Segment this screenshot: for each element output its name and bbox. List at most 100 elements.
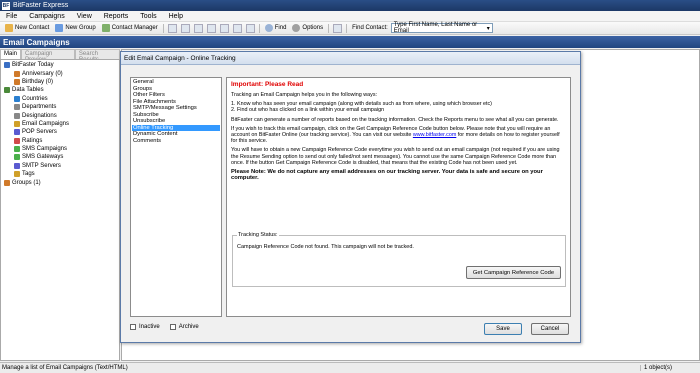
contact-manager-button[interactable]: Contact Manager	[99, 23, 161, 34]
tracking-instructions-text: If you wish to track this email campaign…	[231, 126, 566, 145]
contact-manager-label: Contact Manager	[111, 25, 158, 31]
tree-item-label: Ratings	[22, 137, 43, 144]
tree-item-label: BitFaster Today	[12, 62, 54, 69]
tree-item[interactable]: SMTP Servers	[2, 162, 118, 170]
tree-item[interactable]: Groups (1)	[2, 178, 118, 186]
tree-node-icon	[14, 104, 20, 111]
menu-bar: File Campaigns View Reports Tools Help	[0, 11, 700, 22]
tree-item-label: Designations	[22, 112, 57, 119]
chevron-down-icon[interactable]: ▾	[487, 25, 490, 32]
dialog-checkbox-row: Inactive Archive	[130, 324, 209, 330]
left-tab-strip: Main Campaign Preview Search Results	[0, 49, 120, 63]
archive-checkbox[interactable]	[169, 324, 176, 330]
toolbar-separator	[328, 23, 330, 33]
tree-item[interactable]: Email Campaigns	[2, 120, 118, 128]
inactive-label: Inactive	[139, 324, 160, 330]
toolbar: New Contact New Group Contact Manager Fi…	[0, 22, 700, 35]
find-button[interactable]: Find	[262, 23, 290, 34]
cancel-button[interactable]: Cancel	[531, 323, 569, 335]
tree-node-icon	[14, 146, 20, 153]
find-contact-label: Find Contact:	[352, 25, 388, 31]
navigation-tree: BitFaster Today Anniversary (0) Birthday (…	[0, 59, 120, 361]
tree-item[interactable]: SMS Gateways	[2, 153, 118, 161]
new-group-label: New Group	[65, 25, 96, 31]
reports-text: BitFaster can generate a number of repor…	[231, 116, 559, 123]
app-logo-icon: BF	[2, 1, 10, 10]
menu-help[interactable]: Help	[163, 13, 189, 20]
section-header: Email Campaigns	[0, 36, 700, 48]
tree-item[interactable]: Anniversary (0)	[2, 69, 118, 77]
tree-item[interactable]: BitFaster Today	[2, 61, 118, 69]
tree-item[interactable]: Countries	[2, 95, 118, 103]
status-text: Manage a list of Email Campaigns (Text/H…	[2, 365, 128, 371]
window-titlebar: BF BitFaster Express	[0, 0, 700, 11]
tree-node-icon	[14, 137, 20, 144]
edit-campaign-dialog: Edit Email Campaign - Online Tracking Ge…	[120, 51, 581, 343]
save-button[interactable]: Save	[484, 323, 522, 335]
menu-reports[interactable]: Reports	[98, 13, 135, 20]
window-title: BitFaster Express	[13, 2, 69, 9]
tree-item[interactable]: Ratings	[2, 137, 118, 145]
tree-node-icon	[14, 120, 20, 127]
tab-main[interactable]: Main	[0, 49, 22, 59]
refresh-icon[interactable]	[232, 23, 242, 33]
status-bar: Manage a list of Email Campaigns (Text/H…	[0, 362, 700, 373]
search-icon	[264, 24, 273, 32]
new-group-button[interactable]: New Group	[52, 23, 98, 34]
tree-item[interactable]: Tags	[2, 170, 118, 178]
dialog-nav-item[interactable]: Comments	[132, 138, 220, 145]
tree-node-icon	[4, 62, 10, 69]
tree-node-icon	[14, 154, 20, 161]
tree-node-icon	[4, 87, 10, 94]
tree-item[interactable]: SMS Campaigns	[2, 145, 118, 153]
tab-campaign-preview[interactable]: Campaign Preview	[21, 49, 75, 63]
tree-item-label: Anniversary (0)	[22, 70, 63, 77]
benefit-2-text: 2. Find out who has clicked on a link wi…	[231, 107, 385, 114]
menu-campaigns[interactable]: Campaigns	[23, 13, 70, 20]
new-contact-icon	[5, 24, 13, 32]
tracking-status-group: Tracking Status: Campaign Reference Code…	[232, 232, 566, 287]
menu-view[interactable]: View	[71, 13, 98, 20]
find-contact-value: Type First Name, Last Name or Email	[393, 22, 478, 34]
new-contact-button[interactable]: New Contact	[2, 23, 52, 34]
options-button[interactable]: Options	[289, 23, 326, 34]
toolbar-separator	[162, 23, 164, 33]
toolbar-separator	[258, 23, 260, 33]
menu-file[interactable]: File	[0, 13, 23, 20]
find-contact-combobox[interactable]: Type First Name, Last Name or Email ▾	[390, 22, 493, 34]
tree-item[interactable]: POP Servers	[2, 128, 118, 136]
report-icon[interactable]	[245, 23, 255, 33]
toolbar-separator	[346, 23, 348, 33]
tree-item[interactable]: Birthday (0)	[2, 78, 118, 86]
new-group-icon	[55, 24, 64, 32]
sms-icon[interactable]	[180, 23, 190, 33]
tree-node-icon	[14, 129, 20, 136]
get-reference-code-button[interactable]: Get Campaign Reference Code	[466, 266, 561, 279]
tree-item-label: POP Servers	[22, 129, 57, 136]
export-icon[interactable]	[206, 23, 216, 33]
import-icon[interactable]	[193, 23, 203, 33]
tree-item-label: Data Tables	[12, 87, 44, 94]
tree-node-icon	[14, 112, 20, 119]
dialog-title: Edit Email Campaign - Online Tracking	[121, 52, 580, 65]
tree-item[interactable]: Designations	[2, 111, 118, 119]
intro-text: Tracking an Email Campaign helps you in …	[231, 92, 378, 98]
tree-item[interactable]: Departments	[2, 103, 118, 111]
object-count: 1 object(s)	[640, 365, 700, 371]
help-icon[interactable]	[333, 23, 343, 33]
tab-search-results[interactable]: Search Results	[74, 49, 120, 63]
tree-item-label: SMS Gateways	[22, 154, 64, 161]
options-label: Options	[302, 25, 324, 31]
email-icon[interactable]	[167, 23, 177, 33]
tracking-content-panel: Important: Please Read Tracking an Email…	[226, 77, 571, 317]
tree-item-label: Tags	[22, 171, 35, 178]
menu-tools[interactable]: Tools	[134, 13, 162, 20]
tree-item-label: Departments	[22, 104, 57, 111]
tree-node-icon	[14, 162, 20, 169]
tree-node-icon	[14, 95, 20, 102]
tree-item[interactable]: Data Tables	[2, 86, 118, 94]
inactive-checkbox[interactable]	[130, 324, 136, 330]
website-link[interactable]: www.bitfaster.com	[413, 132, 456, 138]
tree-item-label: Countries	[22, 95, 48, 102]
print-icon[interactable]	[219, 23, 229, 33]
